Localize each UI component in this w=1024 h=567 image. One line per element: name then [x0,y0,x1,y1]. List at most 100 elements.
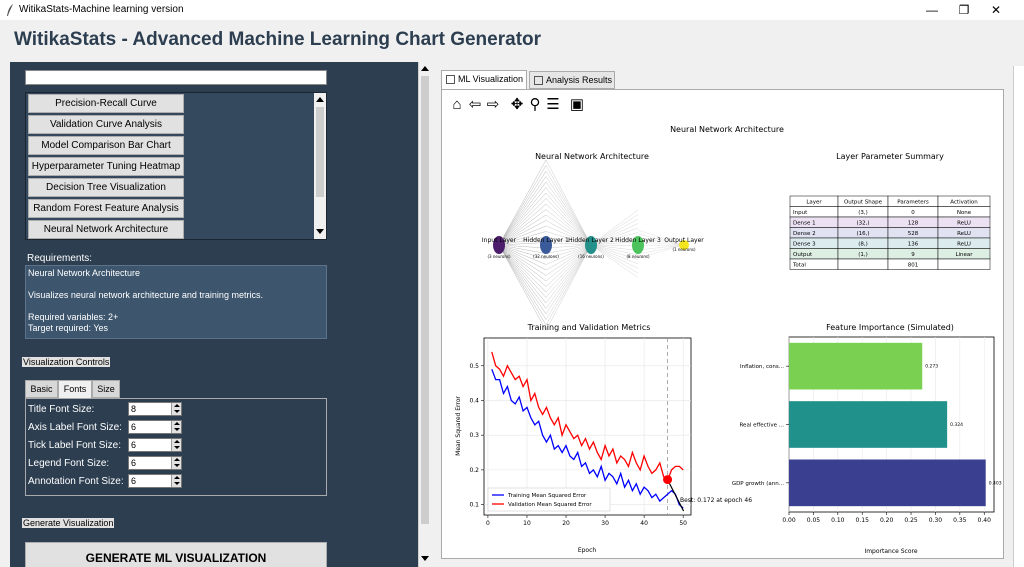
nn-connection [545,165,592,246]
right-edge-panel [1013,66,1024,567]
scroll-up-icon[interactable] [316,97,324,102]
table-cell-text: Output [793,252,813,258]
table-cell-text: None [957,210,972,216]
matplotlib-figure: Neural Network Architecture Neural Netwo… [455,125,1002,555]
close-button[interactable]: ✕ [978,0,1014,20]
home-icon[interactable]: ⌂ [448,96,466,114]
nn-connection [545,170,592,246]
left-panel-scrollbar[interactable] [418,62,430,567]
table-cell-text: Linear [955,252,973,258]
generate-ml-visualization-button[interactable]: GENERATE ML VISUALIZATION [25,542,327,567]
back-icon[interactable]: ⇦ [466,96,484,114]
nn-layer-label: Hidden Layer 2 [568,237,614,244]
annotation-font-size-spinbox[interactable]: 6 [128,474,182,488]
chart-button-neural-network[interactable]: Neural Network Architecture [28,220,184,239]
annotation-font-size-row: Annotation Font Size: 6 [28,474,324,490]
table-cell-text: 801 [908,263,919,269]
plot-toolbar: ⌂ ⇦ ⇨ ✥ ⚲ ☰ ▣ [446,94,646,118]
table-cell-text: 0 [911,210,915,216]
nn-connection [545,244,592,276]
pan-icon[interactable]: ✥ [508,96,526,114]
configure-icon[interactable]: ☰ [544,96,562,114]
nn-layer-input: Input Layer (3 neurons) [482,236,517,259]
title-font-size-row: Title Font Size: 8 [28,402,324,418]
legend-entry: Validation Mean Squared Error [508,502,592,508]
feature-category-label: Real effective ... [739,423,784,429]
nn-connection [545,244,592,287]
chart-button-precision-recall[interactable]: Precision-Recall Curve [28,94,184,113]
visualization-controls-label: Visualization Controls [22,357,111,367]
table-cell-text: Total [792,263,806,269]
y-tick-label: 0.3 [469,432,479,439]
minimize-button[interactable]: — [914,0,950,20]
chart-button-decision-tree[interactable]: Decision Tree Visualization [28,178,184,197]
chart-button-hyperparameter-heatmap[interactable]: Hyperparameter Tuning Heatmap [28,157,184,176]
scroll-thumb[interactable] [421,76,429,524]
title-font-size-spinbox[interactable]: 8 [128,402,182,416]
y-tick-label: 0.5 [469,363,479,370]
requirements-text: Neural Network Architecture Visualizes n… [25,265,327,339]
feature-bar-value: 0.324 [950,422,963,428]
nn-layer-neurons: (3 neurons) [487,254,511,259]
window-titlebar: WitikaStats-Machine learning version — ❐… [0,0,1024,20]
spin-arrows-icon[interactable] [171,457,181,469]
legend-font-size-label: Legend Font Size: [28,458,110,469]
axis-label-font-size-spinbox[interactable]: 6 [128,420,182,434]
tab-fonts[interactable]: Fonts [58,380,92,398]
controls-tabs: Basic Fonts Size [25,380,327,398]
chart-list-scrollbar[interactable] [314,93,326,239]
chart-button-model-comparison[interactable]: Model Comparison Bar Chart [28,136,184,155]
nn-connection [590,244,639,274]
spin-arrows-icon[interactable] [171,421,181,433]
requirements-line [28,301,324,312]
table-cell-text: 136 [908,242,919,248]
tab-size[interactable]: Size [92,380,120,398]
legend-font-size-spinbox[interactable]: 6 [128,456,182,470]
scroll-thumb[interactable] [316,107,324,197]
tab-basic[interactable]: Basic [25,380,58,398]
save-icon[interactable]: ▣ [568,96,586,114]
table-cell-text: (16,) [856,231,869,237]
nn-connection [498,244,547,249]
x-tick-label: 50 [679,520,687,527]
spin-arrows-icon[interactable] [171,403,181,415]
nn-connection [545,159,592,246]
chart-button-validation-curve[interactable]: Validation Curve Analysis [28,115,184,134]
spin-arrows-icon[interactable] [171,475,181,487]
table-cell-text: (1,) [858,252,868,258]
spin-value: 6 [131,458,137,468]
requirements-line: Target required: Yes [28,323,109,333]
feature-bar [789,401,948,448]
maximize-button[interactable]: ❐ [946,0,982,20]
chart-search-input[interactable] [25,70,327,85]
forward-icon[interactable]: ⇨ [484,96,502,114]
tab-ml-visualization[interactable]: ML Visualization [441,70,527,90]
tab-analysis-results[interactable]: Analysis Results [529,71,615,89]
requirements-line: Neural Network Architecture [28,268,141,278]
legend-font-size-row: Legend Font Size: 6 [28,456,324,472]
table-cell-text: ReLU [957,242,971,248]
table-cell-text: 528 [908,231,919,237]
x-tick-label: 0.25 [904,517,918,524]
title-font-size-label: Title Font Size: [28,404,95,415]
scroll-down-icon[interactable] [421,556,429,561]
x-tick-label: 0.35 [953,517,967,524]
image-icon [446,75,455,84]
feature-chart-xlabel: Importance Score [864,548,917,555]
scroll-up-icon[interactable] [421,66,429,71]
feature-bar [789,459,986,507]
zoom-icon[interactable]: ⚲ [526,96,544,114]
x-tick-label: 0.00 [782,517,796,524]
spin-value: 8 [131,404,137,414]
spin-value: 6 [131,422,137,432]
chart-button-random-forest[interactable]: Random Forest Feature Analysis [28,199,184,218]
spin-arrows-icon[interactable] [171,439,181,451]
nn-layer-hidden-1: Hidden Layer 1 (32 neurons) [523,236,569,259]
scroll-down-icon[interactable] [316,229,324,234]
best-annotation: Best: 0.172 at epoch 46 [680,497,752,504]
spin-value: 6 [131,440,137,450]
right-panel: ML Visualization Analysis Results ⌂ ⇦ ⇨ … [437,66,1012,567]
tick-label-font-size-spinbox[interactable]: 6 [128,438,182,452]
nn-connection [498,159,547,246]
app-feather-icon [7,4,13,16]
